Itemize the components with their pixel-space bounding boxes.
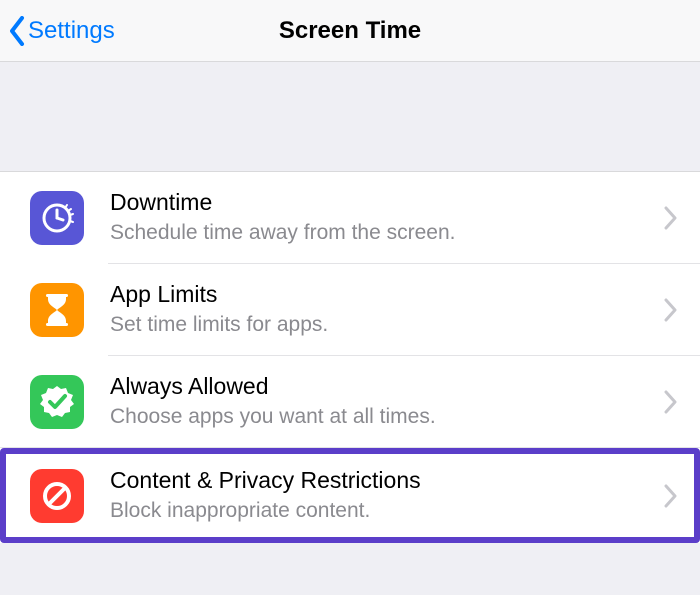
- row-downtime[interactable]: Downtime Schedule time away from the scr…: [0, 172, 700, 263]
- row-content-privacy[interactable]: Content & Privacy Restrictions Block ina…: [6, 454, 694, 537]
- row-title: Downtime: [110, 188, 650, 217]
- hourglass-icon: [30, 283, 84, 337]
- page-title: Screen Time: [279, 17, 421, 45]
- row-text: Content & Privacy Restrictions Block ina…: [110, 466, 650, 525]
- row-subtitle: Set time limits for apps.: [110, 311, 650, 339]
- chevron-right-icon: [664, 206, 678, 230]
- chevron-right-icon: [664, 390, 678, 414]
- chevron-right-icon: [664, 298, 678, 322]
- chevron-left-icon: [8, 16, 26, 46]
- row-subtitle: Block inappropriate content.: [110, 497, 650, 525]
- settings-list: Downtime Schedule time away from the scr…: [0, 172, 700, 543]
- row-text: Always Allowed Choose apps you want at a…: [110, 372, 650, 431]
- row-title: Always Allowed: [110, 372, 650, 401]
- row-subtitle: Schedule time away from the screen.: [110, 219, 650, 247]
- row-always-allowed[interactable]: Always Allowed Choose apps you want at a…: [0, 356, 700, 447]
- row-title: Content & Privacy Restrictions: [110, 466, 650, 495]
- back-label: Settings: [28, 17, 115, 45]
- section-gap: [0, 62, 700, 172]
- row-app-limits[interactable]: App Limits Set time limits for apps.: [0, 264, 700, 355]
- highlight-box: Content & Privacy Restrictions Block ina…: [0, 448, 700, 543]
- row-text: App Limits Set time limits for apps.: [110, 280, 650, 339]
- no-symbol-icon: [30, 469, 84, 523]
- back-button[interactable]: Settings: [8, 0, 115, 61]
- row-subtitle: Choose apps you want at all times.: [110, 403, 650, 431]
- checkmark-seal-icon: [30, 375, 84, 429]
- row-text: Downtime Schedule time away from the scr…: [110, 188, 650, 247]
- navigation-bar: Settings Screen Time: [0, 0, 700, 62]
- row-title: App Limits: [110, 280, 650, 309]
- downtime-icon: [30, 191, 84, 245]
- chevron-right-icon: [664, 484, 678, 508]
